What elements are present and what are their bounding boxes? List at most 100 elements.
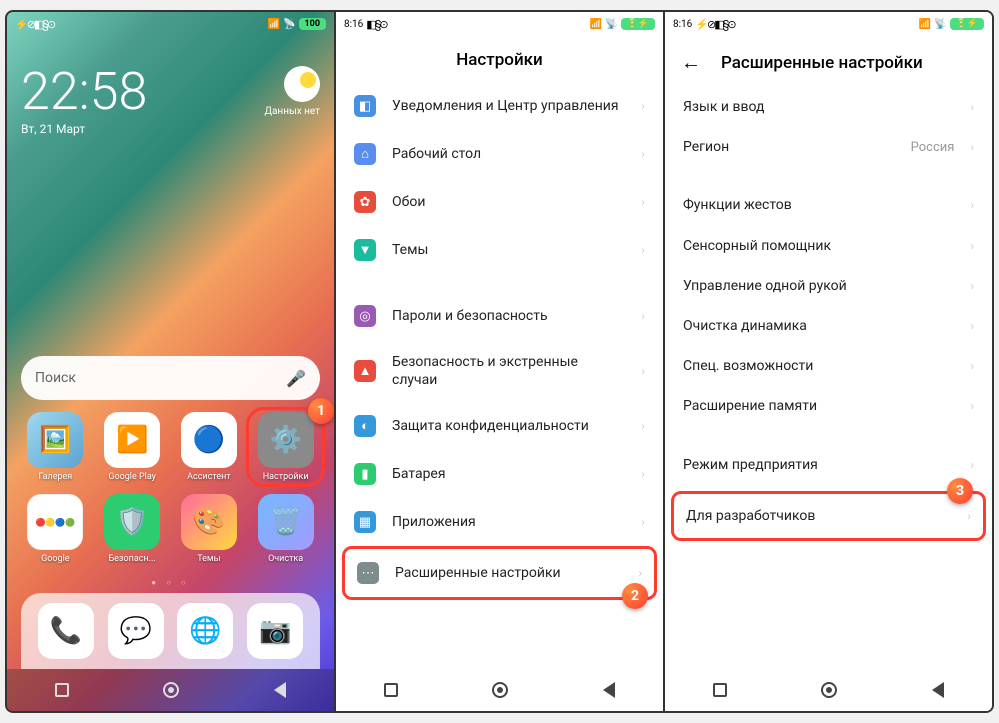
chevron-icon: › <box>967 509 971 523</box>
app-label: Google Play <box>108 472 156 482</box>
nav-back[interactable] <box>270 680 290 700</box>
chevron-icon: › <box>970 198 974 212</box>
chevron-icon: › <box>641 243 645 257</box>
item-desktop[interactable]: ⌂ Рабочий стол › <box>336 130 663 178</box>
highlight-developer: 3 Для разработчиков › <box>671 491 986 541</box>
app-google-folder[interactable]: 🔴🟡🔵🟢 Google <box>21 494 90 564</box>
page-title: Расширенные настройки <box>721 53 976 73</box>
status-bar: 8:16◧§⊙ 📶 📡 🔋⚡ <box>336 12 663 36</box>
app-assistant[interactable]: 🔵 Ассистент <box>175 412 244 482</box>
setting-label: Функции жестов <box>683 196 954 214</box>
wifi-icon: 📡 <box>283 19 295 30</box>
annotation-badge-2: 2 <box>622 583 648 609</box>
weather-widget[interactable]: Данных нет <box>264 66 320 117</box>
app-label: Галерея <box>39 472 73 482</box>
nav-home[interactable] <box>161 680 181 700</box>
app-label: Ассистент <box>187 472 230 482</box>
app-gallery[interactable]: 🖼️ Галерея <box>21 412 90 482</box>
setting-label: Рабочий стол <box>392 145 625 163</box>
chevron-icon: › <box>641 195 645 209</box>
settings-list[interactable]: Язык и ввод › Регион Россия › Функции же… <box>665 87 992 669</box>
clock[interactable]: 22:58 <box>21 66 147 118</box>
nav-recents[interactable] <box>52 680 72 700</box>
nav-back[interactable] <box>928 680 948 700</box>
chevron-icon: › <box>641 364 645 378</box>
settings-list[interactable]: ◧ Уведомления и Центр управления › ⌂ Раб… <box>336 82 663 669</box>
app-label: Очистка <box>268 554 303 564</box>
battery-indicator: 🔋⚡ <box>621 18 655 30</box>
setting-label: Очистка динамика <box>683 317 954 335</box>
wifi-icon: 📡 <box>605 19 617 30</box>
page-indicator: ● ○ ○ <box>21 578 320 587</box>
signal-icon: 📶 <box>268 19 280 30</box>
item-enterprise[interactable]: Режим предприятия › <box>665 445 992 485</box>
dock-phone[interactable]: 📞 <box>38 603 94 659</box>
item-developer-options[interactable]: Для разработчиков › <box>674 494 983 538</box>
status-icons: ◧§⊙ <box>366 18 386 31</box>
app-google-play[interactable]: ▶️ Google Play <box>98 412 167 482</box>
item-wallpaper[interactable]: ✿ Обои › <box>336 178 663 226</box>
app-label: Настройки <box>263 472 309 482</box>
item-advanced-settings[interactable]: ⋯ Расширенные настройки › <box>345 549 654 597</box>
nav-home[interactable] <box>819 680 839 700</box>
item-apps[interactable]: ▦ Приложения › <box>336 498 663 546</box>
item-touch-assistant[interactable]: Сенсорный помощник › <box>665 226 992 266</box>
nav-back[interactable] <box>599 680 619 700</box>
item-language[interactable]: Язык и ввод › <box>665 87 992 127</box>
item-notifications[interactable]: ◧ Уведомления и Центр управления › <box>336 82 663 130</box>
setting-label: Обои <box>392 193 625 211</box>
app-settings-highlighted[interactable]: 1 ⚙️ Настройки <box>246 407 325 487</box>
dock-messages[interactable]: 💬 <box>108 603 164 659</box>
weather-icon <box>284 66 320 102</box>
chevron-icon: › <box>641 99 645 113</box>
advanced-settings-screen: 8:16⚡⊘◧§⊙ 📶 📡 🔋⚡ ← Расширенные настройки… <box>665 12 992 711</box>
security-icon: 🛡️ <box>104 494 160 550</box>
app-label: Темы <box>197 554 220 564</box>
setting-label: Регион <box>683 138 895 156</box>
annotation-badge-1: 1 <box>308 398 334 424</box>
item-themes[interactable]: ▼ Темы › <box>336 226 663 274</box>
gallery-icon: 🖼️ <box>27 412 83 468</box>
date[interactable]: Вт, 21 Март <box>21 122 147 136</box>
item-speaker-clean[interactable]: Очистка динамика › <box>665 306 992 346</box>
item-memory-extension[interactable]: Расширение памяти › <box>665 386 992 426</box>
dock: 📞 💬 🌐 📷 <box>21 593 320 669</box>
nav-recents[interactable] <box>710 680 730 700</box>
advanced-icon: ⋯ <box>357 562 379 584</box>
item-privacy[interactable]: ◐ Защита конфиденциальности › <box>336 402 663 450</box>
notifications-icon: ◧ <box>354 95 376 117</box>
app-cleaner[interactable]: 🗑️ Очистка <box>251 494 320 564</box>
chevron-icon: › <box>970 319 974 333</box>
nav-recents[interactable] <box>381 680 401 700</box>
chevron-icon: › <box>970 140 974 154</box>
search-bar[interactable]: Поиск 🎤 <box>21 356 320 400</box>
setting-label: Язык и ввод <box>683 98 954 116</box>
back-button[interactable]: ← <box>681 50 701 75</box>
setting-label: Уведомления и Центр управления <box>392 97 625 115</box>
chevron-icon: › <box>970 239 974 253</box>
home-screen: ⚡⊘◧§⊙ 📶 📡 100 22:58 Вт, 21 Март Данных н… <box>7 12 334 711</box>
dock-chrome[interactable]: 🌐 <box>177 603 233 659</box>
search-placeholder: Поиск <box>35 370 76 386</box>
setting-value: Россия <box>911 140 955 155</box>
assistant-icon: 🔵 <box>181 412 237 468</box>
chevron-icon: › <box>641 419 645 433</box>
item-region[interactable]: Регион Россия › <box>665 127 992 167</box>
item-gestures[interactable]: Функции жестов › <box>665 185 992 225</box>
mic-icon[interactable]: 🎤 <box>286 369 306 388</box>
chevron-icon: › <box>641 515 645 529</box>
item-emergency[interactable]: ▲ Безопасность и экстренные случаи › <box>336 340 663 402</box>
item-accessibility[interactable]: Спец. возможности › <box>665 346 992 386</box>
app-themes[interactable]: 🎨 Темы <box>175 494 244 564</box>
item-passwords[interactable]: ◎ Пароли и безопасность › <box>336 292 663 340</box>
header: Настройки <box>336 36 663 82</box>
app-security[interactable]: 🛡️ Безопасн... <box>98 494 167 564</box>
item-one-hand[interactable]: Управление одной рукой › <box>665 266 992 306</box>
item-battery[interactable]: ▮ Батарея › <box>336 450 663 498</box>
themes-icon: ▼ <box>354 239 376 261</box>
status-time: 8:16 <box>673 19 692 30</box>
nav-home[interactable] <box>490 680 510 700</box>
dock-camera[interactable]: 📷 <box>247 603 303 659</box>
app-label: Безопасн... <box>108 554 155 564</box>
status-icons-left: ⚡⊘◧§⊙ <box>15 18 54 31</box>
